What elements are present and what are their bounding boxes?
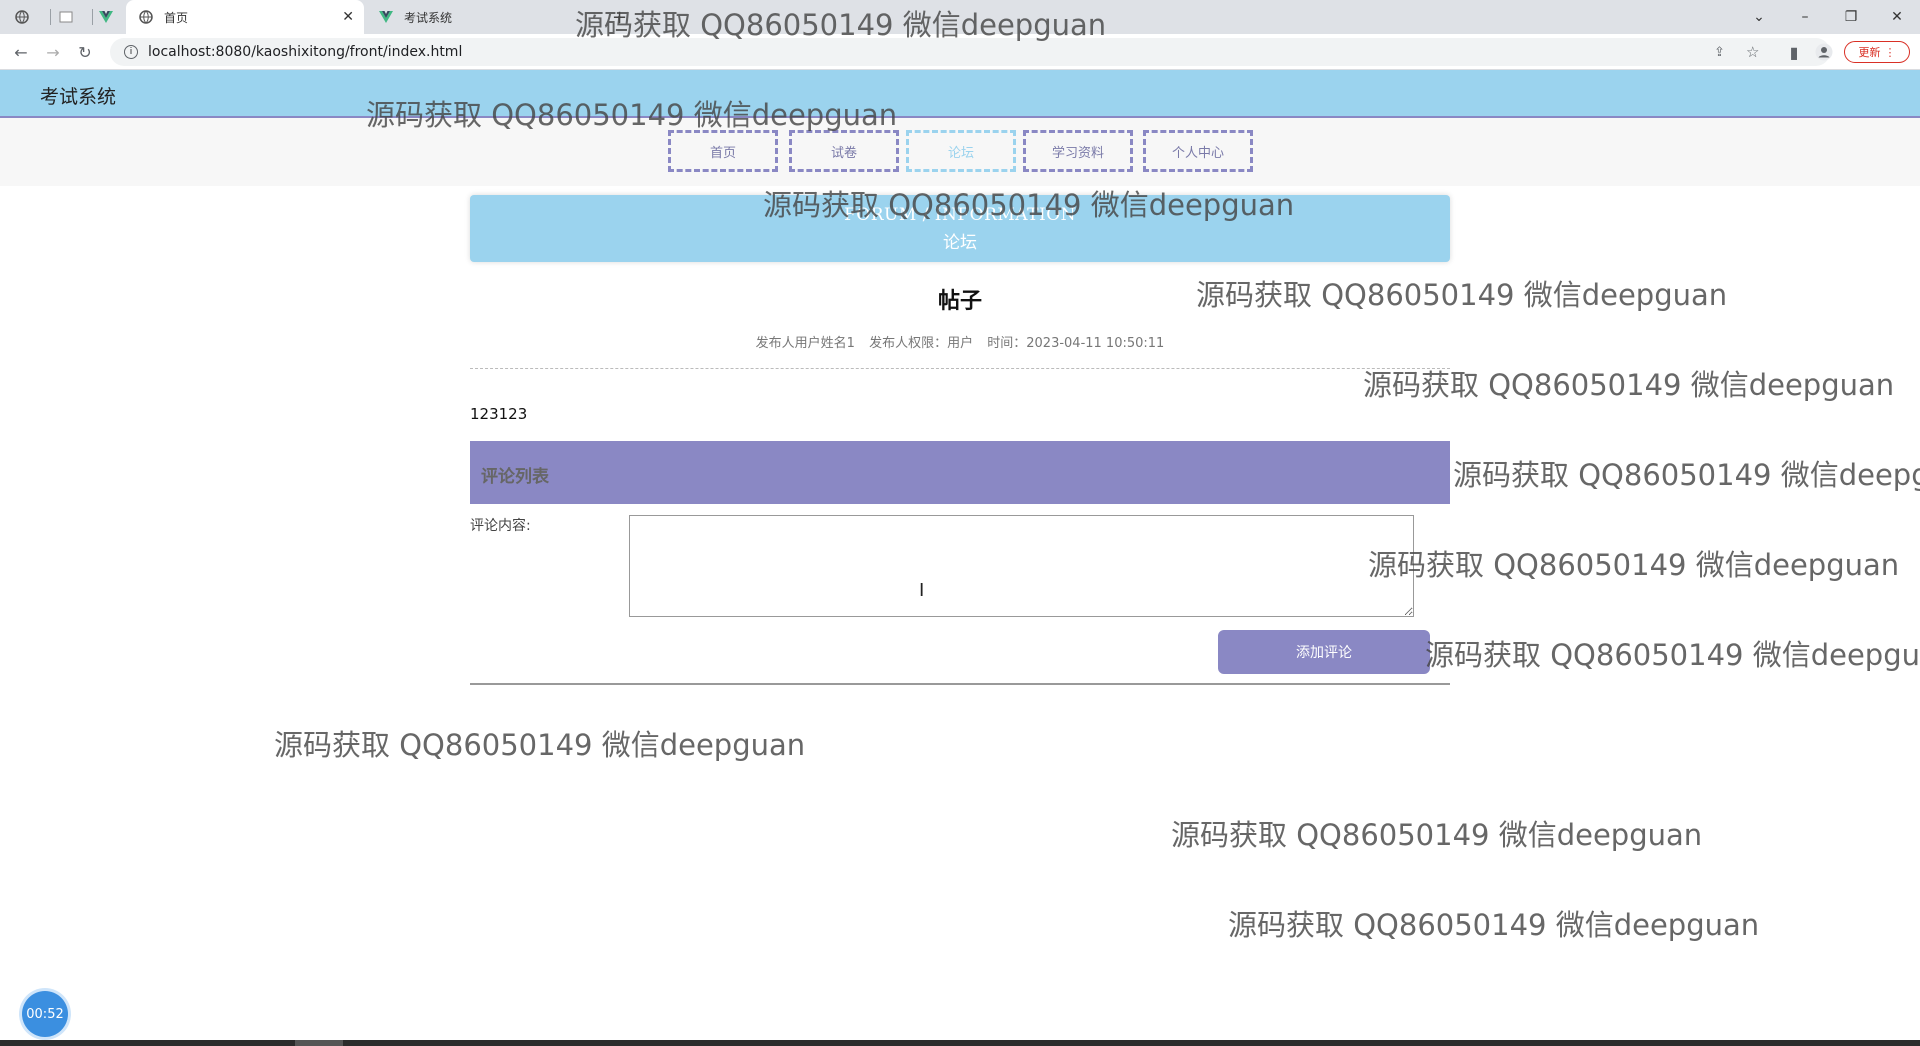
watermark-text: 源码获取 QQ86050149 微信deepguan — [1171, 818, 1703, 852]
timer-badge[interactable]: 00:52 — [22, 991, 68, 1037]
comment-textarea[interactable] — [629, 515, 1414, 617]
nav-study-materials[interactable]: 学习资料 — [1023, 130, 1133, 172]
nav-home[interactable]: 首页 — [668, 130, 778, 172]
post-meta: 发布人用户姓名1 发布人权限：用户 时间：2023-04-11 10:50:11 — [470, 332, 1450, 351]
post-time: 时间：2023-04-11 10:50:11 — [987, 336, 1165, 351]
close-window-button[interactable]: ✕ — [1874, 0, 1920, 34]
tab-search-icon[interactable]: ⌄ — [1736, 0, 1782, 34]
back-icon[interactable]: ← — [9, 40, 33, 64]
minimize-button[interactable]: – — [1782, 0, 1828, 34]
tab-label: 首页 — [164, 10, 189, 25]
nav-forum[interactable]: 论坛 — [906, 130, 1016, 172]
vue-logo-icon — [98, 9, 114, 25]
nav-personal-center[interactable]: 个人中心 — [1143, 130, 1253, 172]
add-comment-button[interactable]: 添加评论 — [1218, 630, 1430, 674]
text-cursor-icon: I — [919, 580, 925, 601]
browser-tab-strip: 首页 ✕ 考试系统 + ⌄ – ❐ ✕ — [0, 0, 1920, 34]
watermark-text: 源码获取 QQ86050149 微信deepguan — [1453, 458, 1920, 492]
tab-home[interactable]: 首页 ✕ — [126, 0, 364, 34]
forward-icon[interactable]: → — [41, 40, 65, 64]
tab-1[interactable] — [14, 0, 40, 34]
watermark-text: 源码获取 QQ86050149 微信deepguan — [1368, 548, 1900, 582]
close-icon[interactable]: ✕ — [342, 9, 354, 25]
bottom-strip-segment — [295, 1040, 343, 1046]
sidepanel-icon[interactable]: ▮ — [1782, 40, 1806, 64]
comment-field-label: 评论内容: — [470, 518, 531, 534]
blank-page-icon — [58, 9, 74, 25]
bookmark-star-icon[interactable]: ☆ — [1746, 43, 1759, 61]
new-tab-button[interactable]: + — [612, 7, 627, 28]
url-text: localhost:8080/kaoshixitong/front/index.… — [148, 44, 463, 60]
info-icon[interactable]: i — [124, 45, 138, 59]
profile-avatar-icon[interactable] — [1812, 40, 1836, 64]
tab-2[interactable] — [58, 0, 84, 34]
update-button[interactable]: 更新 ⋮ — [1844, 41, 1910, 63]
bottom-strip — [0, 1040, 1920, 1046]
watermark-text: 源码获取 QQ86050149 微信deepguan — [274, 728, 806, 762]
globe-icon — [14, 9, 30, 25]
browser-toolbar: ← → ↻ i localhost:8080/kaoshixitong/fron… — [0, 34, 1920, 70]
banner-english-title: FORUM / INFORMATION — [843, 205, 1077, 225]
site-header: 考试系统 — [0, 70, 1920, 118]
watermark-text: 源码获取 QQ86050149 微信deepguan — [1228, 908, 1760, 942]
reload-icon[interactable]: ↻ — [73, 40, 97, 64]
divider — [470, 368, 1450, 369]
vue-logo-icon — [378, 9, 394, 25]
post-title: 帖子 — [937, 289, 982, 314]
nav-exam-papers[interactable]: 试卷 — [789, 130, 899, 172]
share-icon[interactable]: ⇪ — [1714, 45, 1725, 60]
tab-label: 考试系统 — [404, 10, 453, 25]
watermark-text: 源码获取 QQ86050149 微信deepguan — [1425, 638, 1920, 672]
tab-exam-system[interactable]: 考试系统 — [372, 0, 602, 34]
tab-3[interactable] — [98, 0, 124, 34]
comment-list-title: 评论列表 — [481, 467, 549, 487]
post-role: 发布人权限：用户 — [869, 336, 974, 351]
divider — [470, 683, 1450, 685]
site-title: 考试系统 — [40, 86, 117, 108]
post-content: 123123 — [470, 405, 528, 423]
main-nav: 首页 试卷 论坛 学习资料 个人中心 — [0, 118, 1920, 186]
comment-list-header: 评论列表 — [470, 441, 1450, 504]
restore-button[interactable]: ❐ — [1828, 0, 1874, 34]
more-menu-icon: ⋮ — [1884, 45, 1896, 59]
post-author: 发布人用户姓名1 — [755, 336, 855, 351]
globe-icon — [138, 9, 154, 25]
banner-chinese-title: 论坛 — [943, 233, 977, 253]
address-bar[interactable]: i localhost:8080/kaoshixitong/front/inde… — [110, 38, 1830, 66]
section-banner: FORUM / INFORMATION 论坛 — [470, 195, 1450, 262]
update-label: 更新 — [1858, 46, 1881, 59]
